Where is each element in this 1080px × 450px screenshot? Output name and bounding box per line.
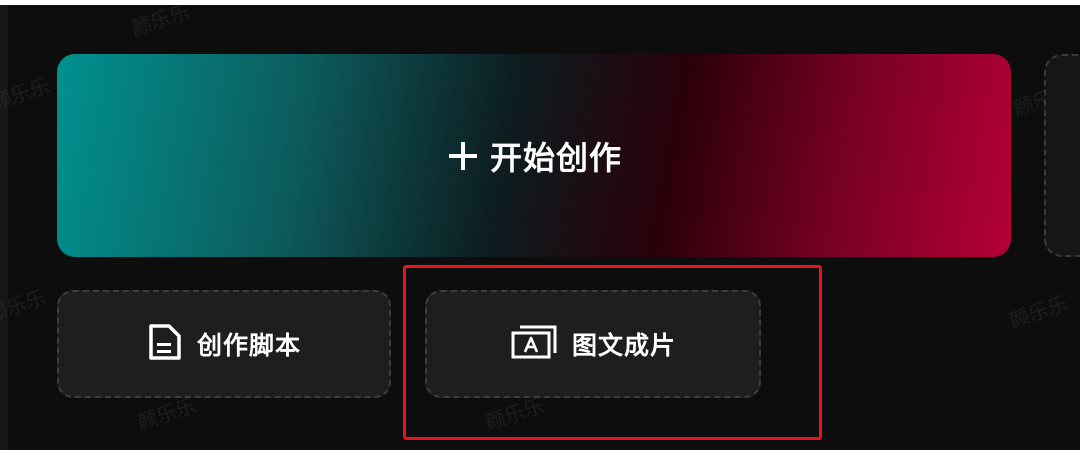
image-text-video-button[interactable]: 图文成片 [425,290,761,398]
create-script-button[interactable]: 创作脚本 [57,290,391,398]
partial-side-card[interactable] [1044,54,1080,257]
watermark: 颜乐乐 [128,0,193,41]
create-script-label: 创作脚本 [196,331,301,360]
document-icon [147,322,183,366]
start-create-button[interactable]: 开始创作 [57,54,1011,257]
plus-icon [446,139,480,173]
image-text-icon [510,324,558,364]
creation-panel: 颜乐乐 颜乐乐 颜乐乐 颜乐乐 颜乐乐 颜乐乐 颜乐乐 颜乐乐 颜乐乐 颜乐乐 … [0,0,1080,450]
left-sidebar-edge [0,5,8,450]
start-create-label: 开始创作 [489,138,622,177]
image-text-video-label: 图文成片 [571,331,676,360]
top-edge [0,0,1080,5]
watermark: 颜乐乐 [1006,291,1071,333]
start-create-content: 开始创作 [446,133,622,179]
